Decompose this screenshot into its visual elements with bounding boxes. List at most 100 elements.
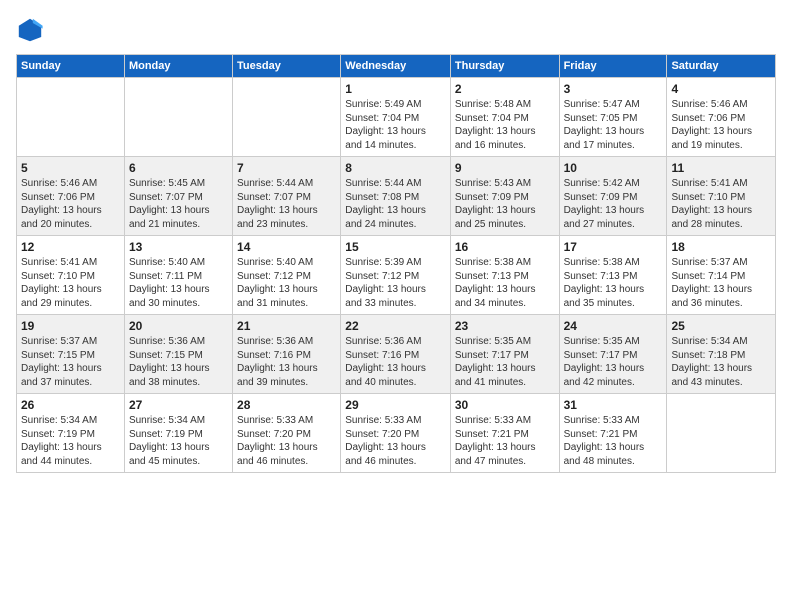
- day-info: Sunrise: 5:33 AM Sunset: 7:20 PM Dayligh…: [237, 414, 336, 468]
- calendar-cell: 7 Sunrise: 5:44 AM Sunset: 7:07 PM Daylig…: [233, 157, 341, 236]
- day-number: 1: [345, 82, 446, 96]
- day-number: 2: [455, 82, 555, 96]
- calendar-cell: 9 Sunrise: 5:43 AM Sunset: 7:09 PM Daylig…: [450, 157, 559, 236]
- day-info: Sunrise: 5:33 AM Sunset: 7:21 PM Dayligh…: [455, 414, 555, 468]
- calendar-cell: 10 Sunrise: 5:42 AM Sunset: 7:09 PM Dayli…: [559, 157, 667, 236]
- day-info: Sunrise: 5:35 AM Sunset: 7:17 PM Dayligh…: [455, 335, 555, 389]
- calendar-cell: [124, 78, 232, 157]
- day-number: 29: [345, 398, 446, 412]
- day-number: 18: [671, 240, 771, 254]
- day-info: Sunrise: 5:49 AM Sunset: 7:04 PM Dayligh…: [345, 98, 446, 152]
- calendar-cell: 12 Sunrise: 5:41 AM Sunset: 7:10 PM Dayli…: [17, 236, 125, 315]
- calendar-cell: 13 Sunrise: 5:40 AM Sunset: 7:11 PM Dayli…: [124, 236, 232, 315]
- calendar-cell: [17, 78, 125, 157]
- day-number: 16: [455, 240, 555, 254]
- calendar-cell: 23 Sunrise: 5:35 AM Sunset: 7:17 PM Dayli…: [450, 315, 559, 394]
- day-number: 30: [455, 398, 555, 412]
- calendar-cell: 4 Sunrise: 5:46 AM Sunset: 7:06 PM Daylig…: [667, 78, 776, 157]
- calendar-cell: 22Sunrise: 5:36 AM Sunset: 7:16 PM Dayli…: [341, 315, 451, 394]
- day-info: Sunrise: 5:38 AM Sunset: 7:13 PM Dayligh…: [564, 256, 663, 310]
- day-info: Sunrise: 5:36 AM Sunset: 7:16 PM Dayligh…: [237, 335, 336, 389]
- day-number: 27: [129, 398, 228, 412]
- weekday-header: Wednesday: [341, 55, 451, 78]
- calendar-cell: 25 Sunrise: 5:34 AM Sunset: 7:18 PM Dayli…: [667, 315, 776, 394]
- calendar-cell: 15 Sunrise: 5:39 AM Sunset: 7:12 PM Dayli…: [341, 236, 451, 315]
- calendar-cell: 1 Sunrise: 5:49 AM Sunset: 7:04 PM Daylig…: [341, 78, 451, 157]
- logo-icon: [16, 16, 44, 44]
- day-number: 10: [564, 161, 663, 175]
- weekday-header: Saturday: [667, 55, 776, 78]
- day-number: 9: [455, 161, 555, 175]
- day-info: Sunrise: 5:40 AM Sunset: 7:11 PM Dayligh…: [129, 256, 228, 310]
- calendar: SundayMondayTuesdayWednesdayThursdayFrid…: [16, 54, 776, 473]
- calendar-cell: 21 Sunrise: 5:36 AM Sunset: 7:16 PM Dayli…: [233, 315, 341, 394]
- day-info: Sunrise: 5:42 AM Sunset: 7:09 PM Dayligh…: [564, 177, 663, 231]
- weekday-header: Sunday: [17, 55, 125, 78]
- calendar-cell: 3 Sunrise: 5:47 AM Sunset: 7:05 PM Daylig…: [559, 78, 667, 157]
- day-info: Sunrise: 5:41 AM Sunset: 7:10 PM Dayligh…: [21, 256, 120, 310]
- calendar-cell: 16 Sunrise: 5:38 AM Sunset: 7:13 PM Dayli…: [450, 236, 559, 315]
- day-info: Sunrise: 5:33 AM Sunset: 7:20 PM Dayligh…: [345, 414, 446, 468]
- day-info: Sunrise: 5:39 AM Sunset: 7:12 PM Dayligh…: [345, 256, 446, 310]
- day-info: Sunrise: 5:48 AM Sunset: 7:04 PM Dayligh…: [455, 98, 555, 152]
- day-info: Sunrise: 5:41 AM Sunset: 7:10 PM Dayligh…: [671, 177, 771, 231]
- day-number: 15: [345, 240, 446, 254]
- day-number: 19: [21, 319, 120, 333]
- calendar-cell: 19 Sunrise: 5:37 AM Sunset: 7:15 PM Dayli…: [17, 315, 125, 394]
- day-number: 22: [345, 319, 446, 333]
- weekday-header: Monday: [124, 55, 232, 78]
- calendar-cell: 8Sunrise: 5:44 AM Sunset: 7:08 PM Daylig…: [341, 157, 451, 236]
- day-info: Sunrise: 5:33 AM Sunset: 7:21 PM Dayligh…: [564, 414, 663, 468]
- day-number: 6: [129, 161, 228, 175]
- weekday-header: Friday: [559, 55, 667, 78]
- day-info: Sunrise: 5:36 AM Sunset: 7:15 PM Dayligh…: [129, 335, 228, 389]
- day-number: 12: [21, 240, 120, 254]
- calendar-cell: 29 Sunrise: 5:33 AM Sunset: 7:20 PM Dayli…: [341, 394, 451, 473]
- day-number: 28: [237, 398, 336, 412]
- day-info: Sunrise: 5:47 AM Sunset: 7:05 PM Dayligh…: [564, 98, 663, 152]
- calendar-cell: 5 Sunrise: 5:46 AM Sunset: 7:06 PM Daylig…: [17, 157, 125, 236]
- day-number: 17: [564, 240, 663, 254]
- logo: [16, 16, 48, 44]
- day-info: Sunrise: 5:40 AM Sunset: 7:12 PM Dayligh…: [237, 256, 336, 310]
- weekday-header: Thursday: [450, 55, 559, 78]
- day-info: Sunrise: 5:34 AM Sunset: 7:19 PM Dayligh…: [21, 414, 120, 468]
- calendar-cell: 11 Sunrise: 5:41 AM Sunset: 7:10 PM Dayli…: [667, 157, 776, 236]
- day-number: 7: [237, 161, 336, 175]
- calendar-cell: 28 Sunrise: 5:33 AM Sunset: 7:20 PM Dayli…: [233, 394, 341, 473]
- calendar-cell: 17 Sunrise: 5:38 AM Sunset: 7:13 PM Dayli…: [559, 236, 667, 315]
- day-info: Sunrise: 5:34 AM Sunset: 7:18 PM Dayligh…: [671, 335, 771, 389]
- day-number: 23: [455, 319, 555, 333]
- calendar-cell: 24 Sunrise: 5:35 AM Sunset: 7:17 PM Dayli…: [559, 315, 667, 394]
- day-number: 26: [21, 398, 120, 412]
- calendar-cell: 27 Sunrise: 5:34 AM Sunset: 7:19 PM Dayli…: [124, 394, 232, 473]
- day-number: 8: [345, 161, 446, 175]
- calendar-cell: [233, 78, 341, 157]
- day-number: 3: [564, 82, 663, 96]
- day-info: Sunrise: 5:35 AM Sunset: 7:17 PM Dayligh…: [564, 335, 663, 389]
- calendar-cell: 14 Sunrise: 5:40 AM Sunset: 7:12 PM Dayli…: [233, 236, 341, 315]
- day-number: 13: [129, 240, 228, 254]
- day-number: 25: [671, 319, 771, 333]
- day-number: 31: [564, 398, 663, 412]
- weekday-header: Tuesday: [233, 55, 341, 78]
- day-number: 20: [129, 319, 228, 333]
- day-info: Sunrise: 5:45 AM Sunset: 7:07 PM Dayligh…: [129, 177, 228, 231]
- calendar-cell: 20 Sunrise: 5:36 AM Sunset: 7:15 PM Dayli…: [124, 315, 232, 394]
- day-number: 24: [564, 319, 663, 333]
- day-info: Sunrise: 5:43 AM Sunset: 7:09 PM Dayligh…: [455, 177, 555, 231]
- day-number: 11: [671, 161, 771, 175]
- day-number: 21: [237, 319, 336, 333]
- day-info: Sunrise: 5:46 AM Sunset: 7:06 PM Dayligh…: [671, 98, 771, 152]
- calendar-cell: 31 Sunrise: 5:33 AM Sunset: 7:21 PM Dayli…: [559, 394, 667, 473]
- day-info: Sunrise: 5:38 AM Sunset: 7:13 PM Dayligh…: [455, 256, 555, 310]
- day-number: 4: [671, 82, 771, 96]
- day-info: Sunrise: 5:34 AM Sunset: 7:19 PM Dayligh…: [129, 414, 228, 468]
- day-info: Sunrise: 5:44 AM Sunset: 7:07 PM Dayligh…: [237, 177, 336, 231]
- day-info: Sunrise: 5:37 AM Sunset: 7:15 PM Dayligh…: [21, 335, 120, 389]
- day-number: 5: [21, 161, 120, 175]
- calendar-cell: 26 Sunrise: 5:34 AM Sunset: 7:19 PM Dayli…: [17, 394, 125, 473]
- day-number: 14: [237, 240, 336, 254]
- calendar-cell: 30 Sunrise: 5:33 AM Sunset: 7:21 PM Dayli…: [450, 394, 559, 473]
- day-info: Sunrise: 5:46 AM Sunset: 7:06 PM Dayligh…: [21, 177, 120, 231]
